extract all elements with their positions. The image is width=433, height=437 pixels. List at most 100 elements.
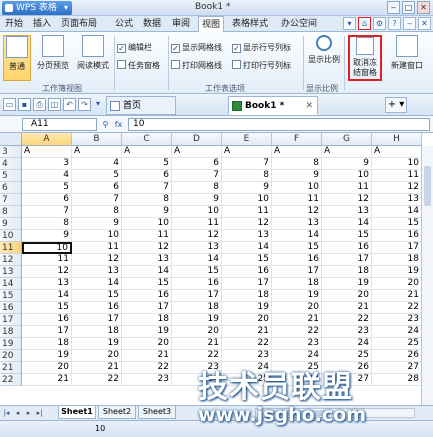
table-cell[interactable]: 14 — [172, 254, 222, 266]
table-cell[interactable]: 15 — [122, 278, 172, 290]
table-cell[interactable]: A — [222, 146, 272, 158]
last-sheet-icon[interactable]: ▸| — [35, 408, 44, 418]
zoom-in-icon[interactable]: ⚲ — [100, 119, 111, 130]
table-cell[interactable]: 19 — [372, 266, 422, 278]
table-cell[interactable]: 17 — [72, 314, 122, 326]
tab-book1[interactable]: Book1 * ✕ — [228, 96, 318, 115]
fx-icon[interactable]: fx — [113, 119, 124, 130]
table-cell[interactable]: 9 — [122, 206, 172, 218]
undo-icon[interactable]: ↶ — [63, 98, 76, 111]
prev-sheet-icon[interactable]: ◂ — [13, 408, 22, 418]
row-header[interactable]: 15 — [0, 290, 22, 302]
table-cell[interactable]: 8 — [72, 206, 122, 218]
table-cell[interactable]: 20 — [122, 338, 172, 350]
column-header[interactable]: B — [72, 133, 122, 146]
close-icon[interactable]: ✕ — [305, 97, 313, 115]
table-cell[interactable]: 19 — [122, 326, 172, 338]
table-cell[interactable]: 19 — [272, 290, 322, 302]
table-cell[interactable]: 19 — [72, 338, 122, 350]
table-cell[interactable]: 17 — [372, 242, 422, 254]
table-cell[interactable]: 17 — [272, 266, 322, 278]
table-cell[interactable]: 15 — [272, 242, 322, 254]
row-header[interactable]: 3 — [0, 146, 22, 158]
table-cell[interactable]: 11 — [72, 242, 122, 254]
table-cell[interactable]: 23 — [122, 374, 172, 386]
table-cell[interactable]: 4 — [22, 170, 72, 182]
table-cell[interactable]: 18 — [172, 302, 222, 314]
show-gridlines-checkbox[interactable]: ✓ 显示网格线 — [171, 42, 222, 54]
table-cell[interactable]: 13 — [22, 278, 72, 290]
table-cell[interactable]: 15 — [372, 218, 422, 230]
save-icon[interactable]: ▪ — [18, 98, 31, 111]
formula-input[interactable]: 10 — [128, 118, 430, 131]
table-cell[interactable]: 11 — [122, 230, 172, 242]
table-cell[interactable]: 9 — [322, 158, 372, 170]
tab-table-style[interactable]: 表格样式 — [229, 16, 271, 32]
table-cell[interactable]: 6 — [22, 194, 72, 206]
table-cell[interactable]: 21 — [322, 302, 372, 314]
table-cell[interactable]: 19 — [172, 314, 222, 326]
table-cell[interactable]: 17 — [222, 278, 272, 290]
table-cell[interactable]: 22 — [72, 374, 122, 386]
row-header[interactable]: 12 — [0, 254, 22, 266]
row-header[interactable]: 21 — [0, 362, 22, 374]
table-cell[interactable]: 7 — [222, 158, 272, 170]
table-cell[interactable]: 21 — [272, 314, 322, 326]
table-cell[interactable]: 8 — [272, 158, 322, 170]
table-cell[interactable]: 10 — [122, 218, 172, 230]
table-cell[interactable]: 21 — [72, 362, 122, 374]
table-cell[interactable]: 3 — [22, 158, 72, 170]
table-cell[interactable]: 20 — [222, 314, 272, 326]
name-box[interactable]: A11 — [22, 118, 97, 131]
row-header[interactable]: 17 — [0, 314, 22, 326]
table-cell[interactable]: 21 — [22, 374, 72, 386]
home-icon[interactable]: ⌂ — [358, 17, 371, 30]
table-cell[interactable]: 18 — [222, 290, 272, 302]
table-cell[interactable]: 19 — [222, 302, 272, 314]
row-header[interactable]: 19 — [0, 338, 22, 350]
table-cell[interactable]: 24 — [372, 326, 422, 338]
table-cell[interactable]: 17 — [172, 290, 222, 302]
table-cell[interactable]: 10 — [272, 182, 322, 194]
column-header[interactable]: F — [272, 133, 322, 146]
table-cell[interactable]: 6 — [122, 170, 172, 182]
table-cell[interactable]: 13 — [372, 194, 422, 206]
table-cell[interactable]: 11 — [372, 170, 422, 182]
table-cell[interactable]: 10 — [72, 230, 122, 242]
table-cell[interactable]: 14 — [272, 230, 322, 242]
table-cell[interactable]: A — [122, 146, 172, 158]
help-icon[interactable]: ? — [388, 17, 401, 30]
table-cell[interactable]: 21 — [172, 338, 222, 350]
tab-home[interactable]: 首页 — [106, 96, 176, 115]
tab-page-layout[interactable]: 页面布局 — [58, 16, 100, 32]
new-window-button[interactable]: 新建窗口 — [386, 35, 428, 81]
table-cell[interactable]: 21 — [372, 290, 422, 302]
table-cell[interactable]: 11 — [222, 206, 272, 218]
formula-bar-checkbox[interactable]: ✓ 编辑栏 — [117, 42, 152, 54]
table-cell[interactable]: 13 — [272, 218, 322, 230]
table-cell[interactable]: 24 — [272, 350, 322, 362]
table-cell[interactable]: 14 — [22, 290, 72, 302]
next-sheet-icon[interactable]: ▸ — [24, 408, 33, 418]
tab-office-space[interactable]: 办公空间 — [278, 16, 320, 32]
table-cell[interactable]: 15 — [172, 266, 222, 278]
row-header[interactable]: 14 — [0, 278, 22, 290]
print-icon[interactable]: ⎙ — [33, 98, 46, 111]
sheet-tab-2[interactable]: Sheet2 — [98, 406, 136, 419]
table-cell[interactable]: 11 — [272, 194, 322, 206]
new-tab-button[interactable]: + ▾ — [385, 97, 407, 113]
table-cell[interactable]: 22 — [272, 326, 322, 338]
reading-mode-button[interactable]: 阅读模式 — [74, 35, 112, 81]
tab-data[interactable]: 数据 — [140, 16, 164, 32]
table-cell[interactable]: 23 — [222, 350, 272, 362]
table-cell[interactable]: 5 — [22, 182, 72, 194]
table-cell[interactable]: 24 — [322, 338, 372, 350]
table-cell[interactable]: 22 — [322, 314, 372, 326]
row-header[interactable]: 11 — [0, 242, 22, 254]
scroll-thumb[interactable] — [424, 166, 431, 206]
table-cell[interactable]: A — [172, 146, 222, 158]
table-cell[interactable]: 9 — [272, 170, 322, 182]
table-cell[interactable]: 16 — [122, 290, 172, 302]
table-cell[interactable]: 17 — [122, 302, 172, 314]
table-cell[interactable]: 13 — [322, 206, 372, 218]
